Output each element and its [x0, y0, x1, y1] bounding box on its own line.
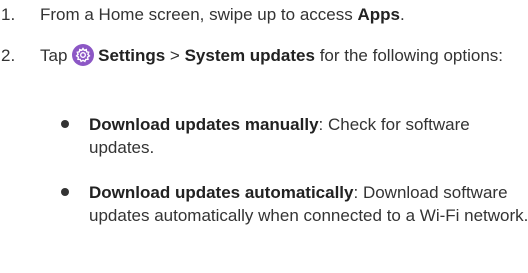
tap-text: Tap [40, 46, 73, 65]
bullet-icon [61, 120, 69, 128]
step-number: 1. [1, 5, 16, 24]
apps-term: Apps [357, 5, 400, 24]
bullet-icon [61, 188, 69, 196]
system-updates-term: System updates [184, 46, 315, 65]
option-text: Download updates manually: Check for sof… [89, 113, 528, 159]
step-text-end: . [399, 5, 405, 24]
step-text-plain: From a Home screen, swipe up to access [40, 5, 358, 24]
option-download-manually: Download updates manually: Check for sof… [61, 113, 521, 163]
option-download-automatically: Download updates automatically: Download… [61, 181, 528, 256]
step-2: 2. Tap Settings > System updates for the… [0, 44, 528, 94]
step-text-end: for the following options: [314, 46, 504, 65]
option-title: Download updates manually [89, 115, 319, 134]
step-text: From a Home screen, swipe up to access A… [40, 3, 510, 26]
settings-gear-icon [72, 44, 95, 66]
step-1: 1. From a Home screen, swipe up to acces… [0, 3, 528, 29]
option-title: Download updates automatically [89, 183, 354, 202]
step-text: Tap Settings > System updates for the fo… [40, 44, 510, 67]
option-text: Download updates automatically: Download… [89, 181, 528, 227]
settings-term: Settings [98, 46, 166, 65]
step-number: 2. [1, 46, 16, 65]
path-separator: > [165, 46, 185, 65]
